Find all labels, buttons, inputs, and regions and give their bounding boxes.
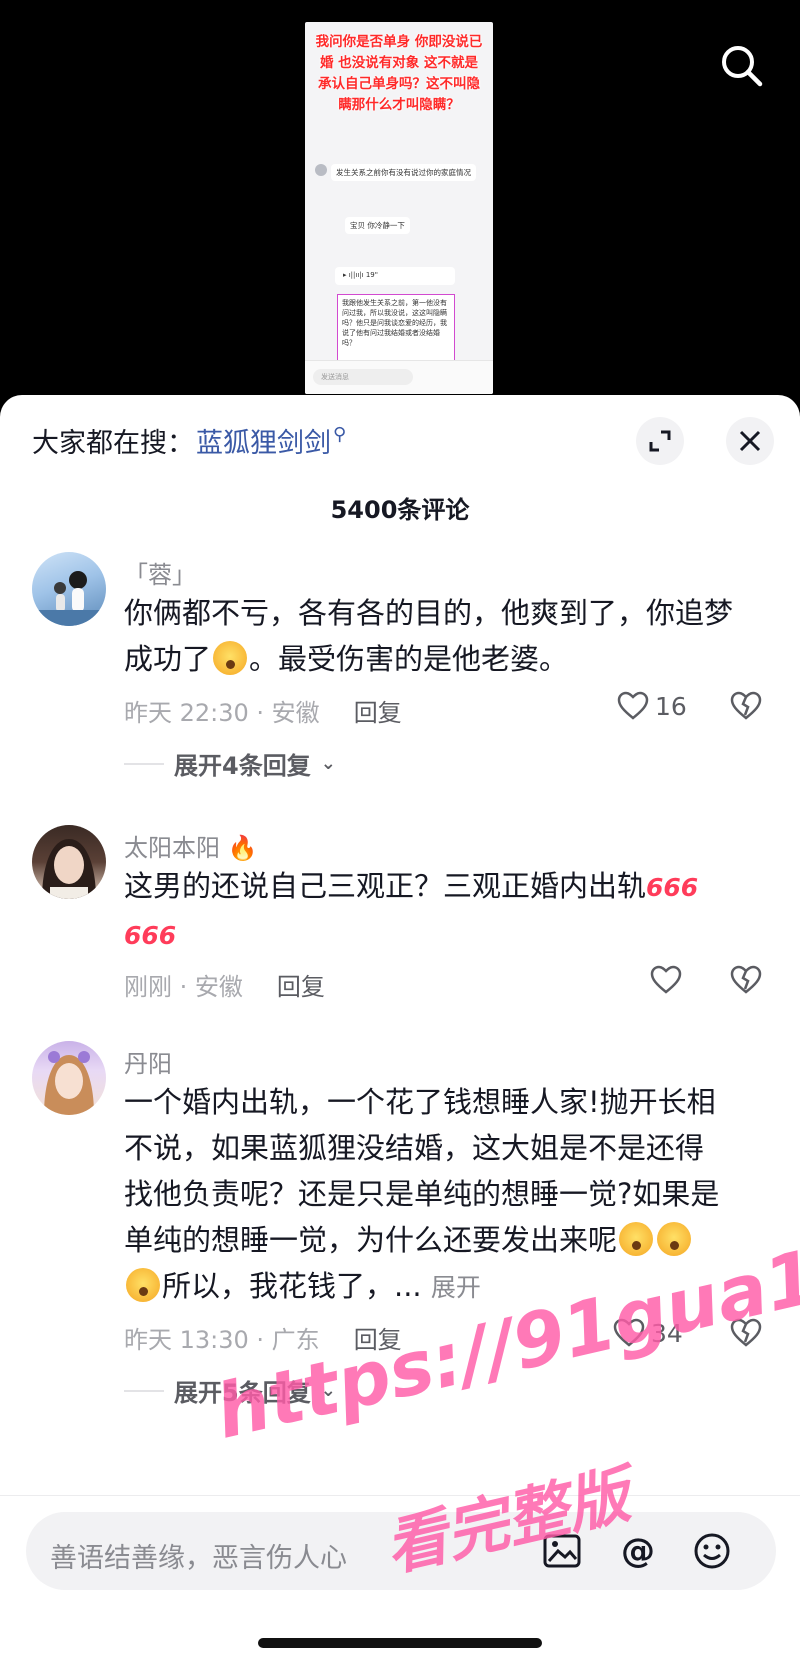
avatar-image [42, 839, 96, 899]
search-button[interactable] [718, 42, 766, 90]
comment-count: 5400条评论 [330, 496, 470, 524]
like-button[interactable] [650, 965, 682, 995]
hot-search-bar[interactable]: 大家都在搜： 蓝狐狸剑剑 ⚲ [32, 421, 346, 460]
video-input: 发送消息 [313, 369, 413, 385]
comment-text-line: 不说，如果蓝狐狸没结婚，这大姐是不是还得 [124, 1131, 705, 1165]
comment-text-line: 一个婚内出轨，一个花了钱想睡人家!抛开长相 [124, 1085, 716, 1119]
chevron-down-icon: ⌄ [320, 753, 336, 774]
hot-search-prefix: 大家都在搜： [32, 428, 194, 459]
comment-text-part: 所以，我花钱了，... [162, 1269, 422, 1303]
comment-text-part: 。最受伤害的是他老婆。 [249, 642, 569, 676]
fire-icon: 🔥 [227, 834, 258, 862]
heart-icon [617, 691, 649, 720]
heart-icon [650, 965, 682, 994]
comment-input-placeholder: 善语结善缘，恶言伤人心 [50, 1543, 347, 1574]
hot-search-term[interactable]: 蓝狐狸剑剑 [196, 421, 331, 460]
search-icon [722, 46, 763, 87]
voice-duration: 19" [365, 271, 378, 279]
comment-time-location: 昨天 13:30 · 广东 [124, 1326, 320, 1354]
expand-button[interactable] [636, 417, 684, 465]
author-name: 太阳本阳 [124, 834, 220, 862]
shocked-emoji-icon [619, 1222, 654, 1256]
expand-replies-label: 展开4条回复 [174, 752, 311, 780]
comment-text: 这男的还说自己三观正？三观正婚内出轨666 666 [124, 863, 744, 959]
close-icon [739, 430, 761, 452]
reply-button[interactable]: 回复 [277, 967, 325, 1002]
dislike-button[interactable] [730, 965, 762, 999]
video-caption: 我问你是否单身 你即没说已婚 也没说有对象 这不就是承认自己单身吗？这不叫隐瞒那… [315, 34, 483, 113]
reply-button[interactable]: 回复 [354, 693, 402, 728]
avatar-icon [315, 164, 327, 176]
broken-heart-icon [730, 691, 762, 720]
comment-text-part: 单纯的想睡一觉，为什么还要发出来呢 [124, 1223, 618, 1257]
video-chat-row: 发生关系之前你有没有说过你的家庭情况 [315, 164, 476, 181]
video-area[interactable]: 我问你是否单身 你即没说已婚 也没说有对象 这不就是承认自己单身吗？这不叫隐瞒那… [0, 0, 800, 400]
divider-line [124, 762, 164, 765]
video-frame[interactable]: 我问你是否单身 你即没说已婚 也没说有对象 这不就是承认自己单身吗？这不叫隐瞒那… [305, 22, 493, 394]
like-count: 16 [655, 691, 687, 721]
avatar-image [44, 1051, 94, 1115]
comment-author[interactable]: 太阳本阳 🔥 [124, 828, 258, 863]
avatar[interactable] [32, 1041, 106, 1115]
comment-meta: 昨天 22:30 · 安徽 回复 [124, 693, 402, 728]
shocked-emoji-icon [657, 1222, 692, 1256]
mention-button[interactable]: @ [618, 1531, 658, 1571]
video-chat-bubble: 宝贝 你冷静一下 [345, 217, 410, 234]
video-voice-message: ▸ ı||ıı|ı 19" [335, 267, 455, 285]
comment-text: 你俩都不亏，各有各的目的，他爽到了，你追梦成功了 。最受伤害的是他老婆。 [124, 590, 744, 682]
avatar[interactable] [32, 825, 106, 899]
video-input-bar: 发送消息 [305, 360, 493, 394]
at-icon: @ [621, 1531, 655, 1571]
expand-text-link[interactable]: 展开 [431, 1273, 481, 1302]
dislike-button[interactable] [730, 691, 762, 725]
broken-heart-icon [730, 965, 762, 994]
emoji-button[interactable] [692, 1531, 732, 1571]
comment-author[interactable]: 丹阳 [124, 1044, 172, 1079]
comment-text-part: 这男的还说自己三观正？三观正婚内出轨 [124, 869, 647, 903]
comment-author[interactable]: 「蓉」 [124, 555, 196, 590]
comment-time-location: 刚刚 · 安徽 [124, 973, 243, 1001]
comment-text-line: 找他负责呢？还是只是单纯的想睡一觉?如果是 [124, 1177, 720, 1211]
expand-replies-button[interactable]: 展开4条回复 ⌄ [124, 746, 336, 781]
video-chat-bubble: 发生关系之前你有没有说过你的家庭情况 [331, 164, 476, 181]
expand-icon [649, 430, 671, 452]
emoji-666-icon: 666 [124, 921, 177, 950]
divider-line [124, 1389, 164, 1392]
search-icon: ⚲ [333, 424, 347, 445]
avatar-image [32, 571, 106, 626]
video-highlight-box: 我跟他发生关系之前，第一他没有问过我，所以我没说，这这叫隐瞒吗？他只是问我谈恋爱… [337, 294, 455, 362]
avatar[interactable] [32, 552, 106, 626]
comment-meta: 刚刚 · 安徽 回复 [124, 967, 325, 1002]
comments-panel: 大家都在搜： 蓝狐狸剑剑 ⚲ 5400条评论 「蓉」 你俩都不亏，各有各的目的，… [0, 395, 800, 1659]
smiley-icon [694, 1533, 730, 1569]
laughing-emoji-icon [213, 641, 248, 675]
home-indicator [258, 1638, 542, 1648]
comment-time-location: 昨天 22:30 · 安徽 [124, 699, 320, 727]
video-chat-row: 宝贝 你冷静一下 [345, 217, 410, 234]
close-button[interactable] [726, 417, 774, 465]
voice-wave-icon: ▸ ı||ıı|ı [343, 271, 366, 279]
emoji-666-icon: 666 [646, 873, 699, 902]
like-button[interactable]: 16 [617, 691, 687, 721]
comment-text-line: 单纯的想睡一觉，为什么还要发出来呢 [124, 1217, 744, 1263]
shocked-emoji-icon [126, 1268, 160, 1302]
